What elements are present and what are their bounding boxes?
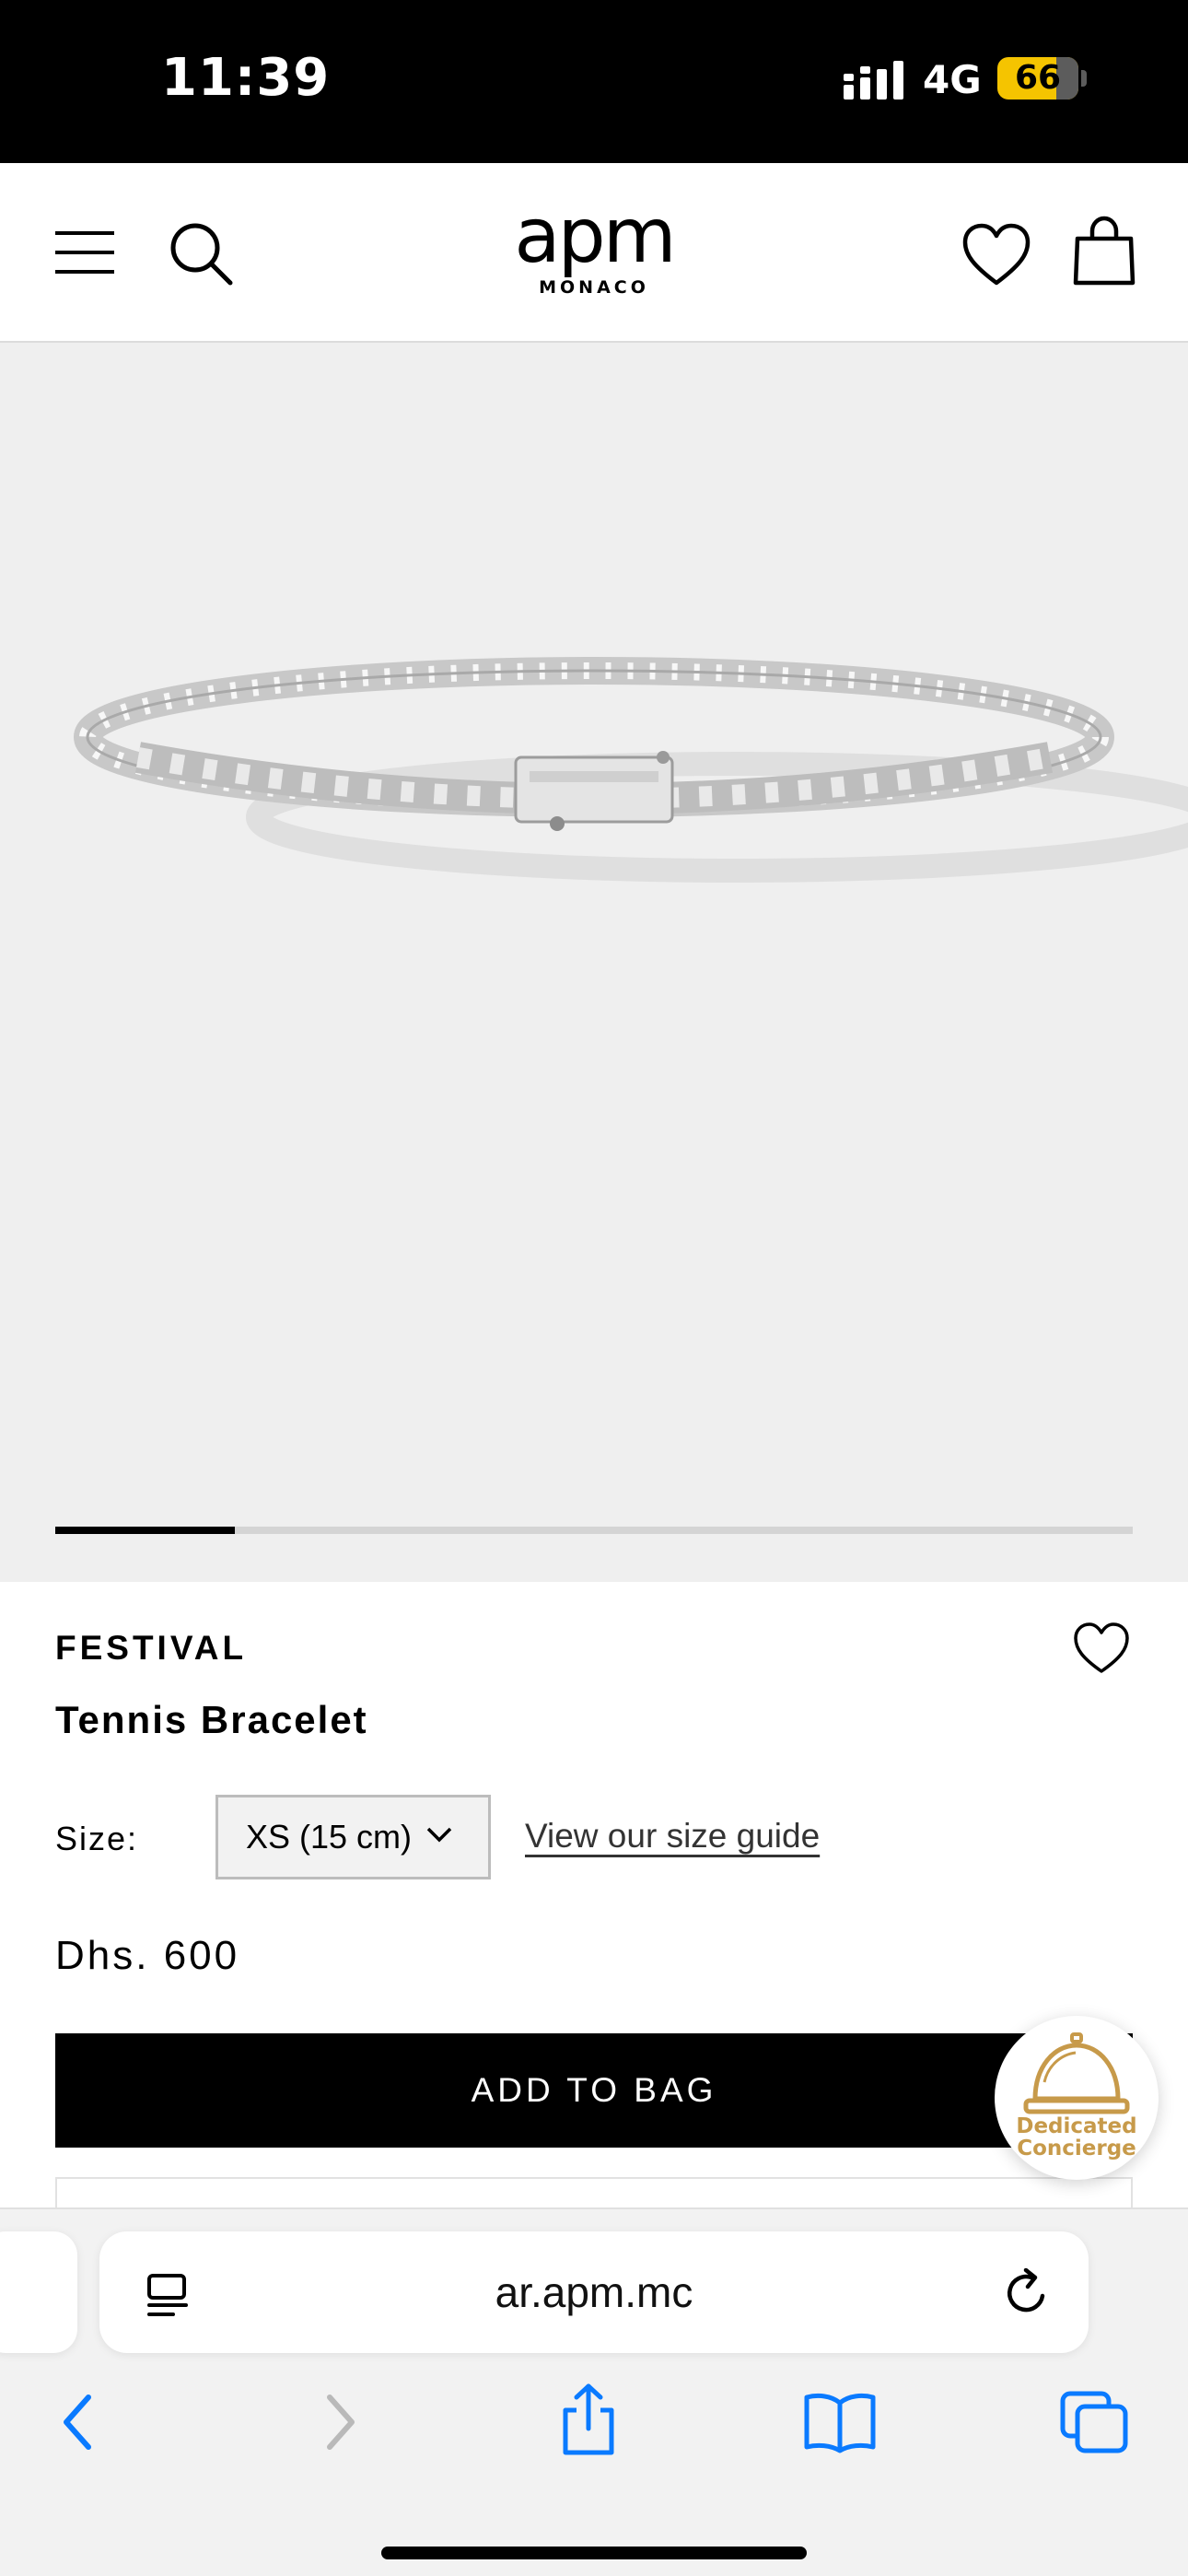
concierge-label: Dedicated Concierge xyxy=(995,2115,1159,2160)
gallery-progress-track xyxy=(55,1527,1133,1534)
signal-strength-icon xyxy=(844,61,903,100)
chevron-down-icon xyxy=(426,1827,452,1843)
url-text: ar.apm.mc xyxy=(495,2268,693,2316)
size-selected-value: XS (15 cm) xyxy=(246,1818,413,1856)
address-bar[interactable]: ar.apm.mc xyxy=(99,2231,1089,2353)
bookmarks-icon[interactable] xyxy=(803,2390,877,2454)
tabs-overview-icon[interactable] xyxy=(1059,2390,1129,2454)
logo-wordmark: apm xyxy=(514,193,676,280)
product-price: Dhs. 600 xyxy=(55,1933,240,1978)
tennis-bracelet-image xyxy=(74,657,1188,883)
brand-logo[interactable]: apm MONACO xyxy=(502,193,686,299)
wishlist-heart-icon[interactable] xyxy=(961,222,1031,287)
service-bell-icon xyxy=(1023,2032,1130,2114)
browser-toolbar: ar.apm.mc xyxy=(0,2207,1188,2576)
size-guide-link[interactable]: View our size guide xyxy=(525,1817,820,1856)
forward-icon[interactable] xyxy=(317,2390,363,2454)
size-select[interactable]: XS (15 cm) xyxy=(215,1795,491,1879)
add-to-wishlist-heart-icon[interactable] xyxy=(1072,1622,1131,1675)
battery-level: 66 xyxy=(1014,59,1062,97)
site-header: apm MONACO xyxy=(0,163,1188,343)
share-icon[interactable] xyxy=(556,2383,621,2456)
product-collection: FESTIVAL xyxy=(55,1629,248,1667)
product-image-gallery[interactable] xyxy=(0,343,1188,1582)
add-to-bag-button[interactable]: ADD TO BAG xyxy=(55,2033,1133,2148)
concierge-label-line1: Dedicated xyxy=(1016,2114,1137,2138)
menu-icon[interactable] xyxy=(53,229,116,275)
concierge-button[interactable]: Dedicated Concierge xyxy=(995,2016,1159,2180)
battery-icon: 66 xyxy=(997,57,1078,100)
back-icon[interactable] xyxy=(55,2390,101,2454)
previous-tab-preview[interactable] xyxy=(0,2231,77,2353)
home-indicator xyxy=(381,2547,807,2559)
search-icon[interactable] xyxy=(168,220,234,287)
size-label: Size: xyxy=(55,1820,139,1857)
network-type: 4G xyxy=(923,57,982,102)
shopping-bag-icon[interactable] xyxy=(1072,215,1136,287)
concierge-label-line2: Concierge xyxy=(1017,2137,1136,2160)
reload-icon[interactable] xyxy=(1002,2268,1052,2318)
status-bar: 11:39 4G 66 xyxy=(0,0,1188,163)
battery-tip xyxy=(1081,70,1087,87)
logo-subtitle: MONACO xyxy=(539,277,649,298)
gallery-progress-indicator xyxy=(55,1527,236,1534)
product-name: Tennis Bracelet xyxy=(55,1698,368,1741)
status-time: 11:39 xyxy=(161,48,331,108)
